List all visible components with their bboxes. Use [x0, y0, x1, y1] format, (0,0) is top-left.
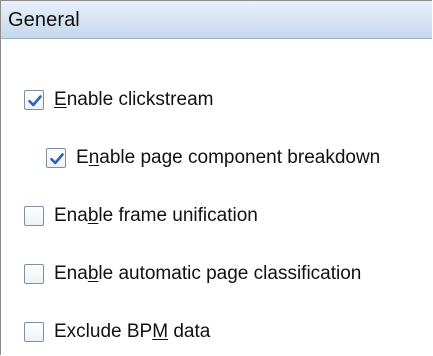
exclude-bpm-data-label: Exclude BPM data	[54, 321, 211, 342]
general-settings-panel: General Enable clickstream Enable page c…	[0, 0, 432, 355]
enable-automatic-page-classification-checkbox[interactable]	[24, 264, 44, 284]
section-header: General	[1, 1, 432, 39]
mnemonic-letter: E	[54, 89, 67, 110]
enable-clickstream-checkbox[interactable]	[24, 90, 44, 110]
check-icon	[50, 153, 64, 165]
enable-frame-unification-checkbox[interactable]	[24, 206, 44, 226]
enable-clickstream-option[interactable]: Enable clickstream	[24, 87, 213, 113]
enable-clickstream-label: Enable clickstream	[54, 89, 214, 110]
mnemonic-letter: M	[152, 321, 169, 342]
enable-page-component-breakdown-option[interactable]: Enable page component breakdown	[46, 145, 380, 171]
enable-page-component-breakdown-checkbox[interactable]	[46, 148, 66, 168]
exclude-bpm-data-option[interactable]: Exclude BPM data	[24, 319, 210, 345]
enable-frame-unification-label: Enable frame unification	[54, 205, 258, 226]
section-title: General	[8, 9, 80, 31]
mnemonic-letter: b	[87, 263, 99, 284]
enable-frame-unification-option[interactable]: Enable frame unification	[24, 203, 258, 229]
mnemonic-letter: n	[88, 147, 100, 168]
enable-automatic-page-classification-label: Enable automatic page classification	[54, 263, 362, 284]
check-icon	[28, 95, 42, 107]
mnemonic-letter: b	[87, 205, 99, 226]
exclude-bpm-data-checkbox[interactable]	[24, 322, 44, 342]
enable-page-component-breakdown-label: Enable page component breakdown	[76, 147, 381, 168]
enable-automatic-page-classification-option[interactable]: Enable automatic page classification	[24, 261, 361, 287]
